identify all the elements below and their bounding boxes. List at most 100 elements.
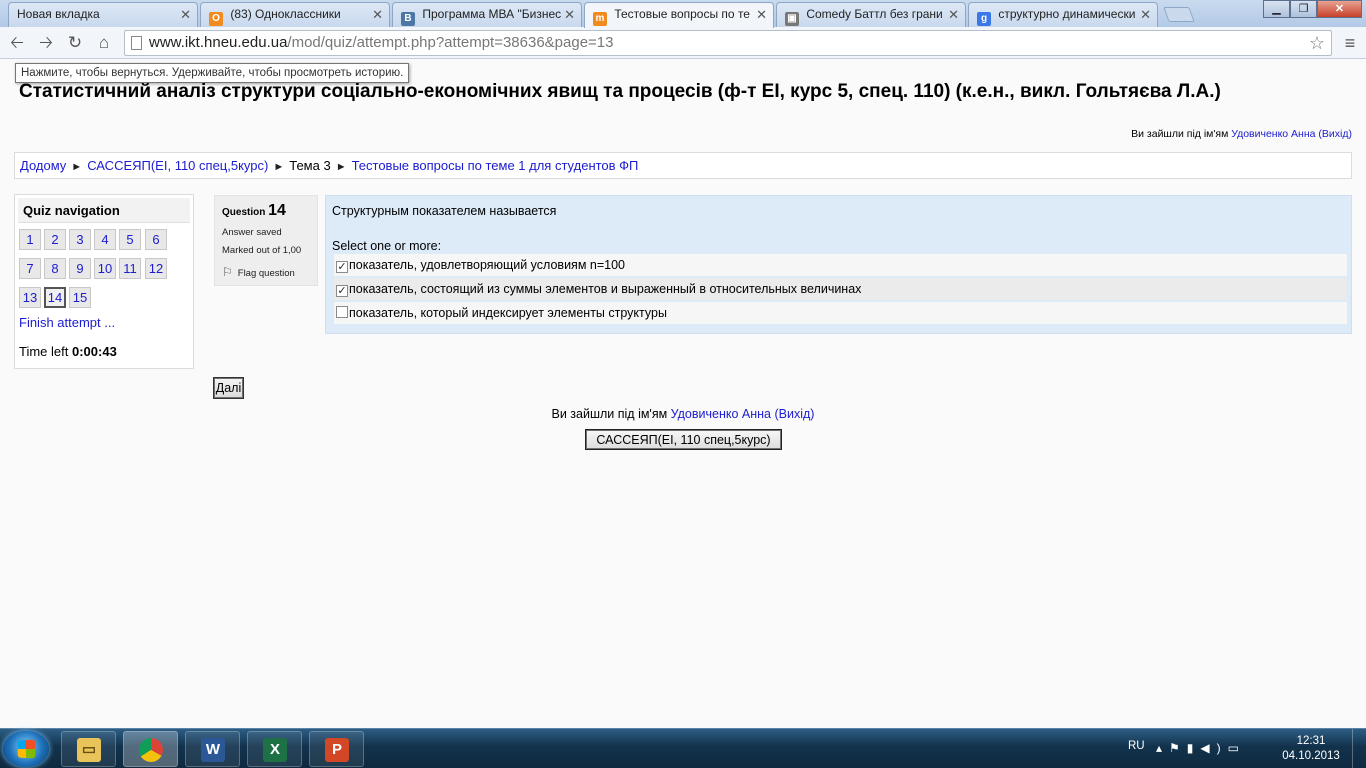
forward-arrow-icon[interactable]: 🡢 xyxy=(33,31,59,55)
question-state: Answer saved xyxy=(222,227,282,238)
answer-option[interactable]: ✓ показатель, состоящий из суммы элементо… xyxy=(334,278,1347,300)
clock-time: 12:31 xyxy=(1296,735,1326,747)
question-nav-button[interactable]: 3 xyxy=(69,229,91,250)
close-icon[interactable]: ✕ xyxy=(180,7,191,23)
close-icon[interactable]: ✕ xyxy=(372,7,383,23)
new-tab-button[interactable] xyxy=(1163,7,1195,22)
close-icon[interactable]: ✕ xyxy=(948,7,959,23)
address-bar[interactable]: www.ikt.hneu.edu.ua/mod/quiz/attempt.php… xyxy=(124,30,1332,56)
tab-quiz[interactable]: m Тестовые вопросы по те ✕ xyxy=(584,2,774,28)
tab-title: структурно динамически xyxy=(998,7,1136,21)
question-info: Question 14 Answer saved Marked out of 1… xyxy=(214,195,318,286)
excel-logo-icon: X xyxy=(263,738,287,762)
answer-option[interactable]: ✓ показатель, удовлетворяющий условиям n=… xyxy=(334,254,1347,276)
explorer-icon[interactable]: ▭ xyxy=(61,731,116,767)
restore-icon[interactable]: ❐ xyxy=(1290,0,1317,18)
question-nav-button[interactable]: 2 xyxy=(44,229,66,250)
clock[interactable]: 12:31 04.10.2013 xyxy=(1278,734,1344,764)
question-text: Структурным показателем называется xyxy=(332,204,557,218)
odnoklassniki-icon: О xyxy=(209,12,223,26)
answer-label: показатель, удовлетворяющий условиям n=1… xyxy=(349,258,625,272)
powerpoint-logo-icon: P xyxy=(325,738,349,762)
close-icon[interactable]: ✕ xyxy=(756,7,767,23)
question-nav-button[interactable]: 10 xyxy=(94,258,116,279)
quiz-navigation-header: Quiz navigation xyxy=(18,198,190,223)
breadcrumb-course[interactable]: САССЕЯП(ЕІ, 110 спец,5курс) xyxy=(87,158,268,173)
tray-icons[interactable]: ▴⚑▮◀)▭ xyxy=(1156,741,1246,755)
tab-comedy[interactable]: ▣ Comedy Баттл без грани ✕ xyxy=(776,2,966,27)
user-name-link[interactable]: Удовиченко Анна xyxy=(1231,128,1315,140)
google-icon: g xyxy=(977,12,991,26)
logout-link[interactable]: (Вихід) xyxy=(775,407,815,421)
bookmark-star-icon[interactable]: ☆ xyxy=(1309,31,1325,55)
chrome-logo-icon xyxy=(139,738,163,762)
clock-date: 04.10.2013 xyxy=(1282,750,1340,762)
word-logo-icon: W xyxy=(201,738,225,762)
tab-title: Тестовые вопросы по те xyxy=(614,7,750,21)
question-nav-button[interactable]: 13 xyxy=(19,287,41,308)
window-close-icon[interactable]: ✕ xyxy=(1317,0,1362,18)
answer-label: показатель, состоящий из суммы элементов… xyxy=(349,282,862,296)
tab-mba[interactable]: В Программа МВА "Бизнес ✕ xyxy=(392,2,582,27)
reload-icon[interactable]: ↻ xyxy=(62,31,88,55)
question-nav-button-current[interactable]: 14 xyxy=(44,287,66,308)
answer-checkbox[interactable] xyxy=(336,306,348,318)
breadcrumb: Додому ► САССЕЯП(ЕІ, 110 спец,5курс) ► Тема … xyxy=(14,152,1352,179)
login-prefix: Ви зайшли під ім'ям xyxy=(1131,128,1229,140)
url-host: www.ikt.hneu.edu.ua xyxy=(149,34,288,51)
show-desktop-button[interactable] xyxy=(1352,729,1366,768)
folder-icon: ▭ xyxy=(77,738,101,762)
question-nav-button[interactable]: 9 xyxy=(69,258,91,279)
time-left: Time left 0:00:43 xyxy=(19,344,117,359)
language-indicator[interactable]: RU xyxy=(1128,740,1145,752)
answer-checkbox-checked[interactable]: ✓ xyxy=(336,285,348,297)
breadcrumb-home[interactable]: Додому xyxy=(20,158,66,173)
finish-attempt-link[interactable]: Finish attempt ... xyxy=(19,315,115,330)
tab-google[interactable]: g структурно динамически ✕ xyxy=(968,2,1158,27)
tab-strip: Новая вкладка ✕ О (83) Одноклассники ✕ В… xyxy=(0,0,1366,28)
question-nav-button[interactable]: 11 xyxy=(119,258,141,279)
breadcrumb-separator: ► xyxy=(273,161,285,173)
question-grade: Marked out of 1,00 xyxy=(222,245,302,256)
start-button[interactable] xyxy=(3,731,49,767)
excel-icon[interactable]: X xyxy=(247,731,302,767)
taskbar: ▭ W X P RU ▴⚑▮◀)▭ 12:31 04.10.2013 xyxy=(0,728,1366,768)
word-icon[interactable]: W xyxy=(185,731,240,767)
tab-odnoklassniki[interactable]: О (83) Одноклассники ✕ xyxy=(200,2,390,27)
back-arrow-icon[interactable]: 🡠 xyxy=(4,31,30,55)
answer-option[interactable]: показатель, который индексирует элементы… xyxy=(334,302,1347,324)
tab-title: (83) Одноклассники xyxy=(230,7,341,21)
tab-title: Программа МВА "Бизнес xyxy=(422,7,562,21)
question-nav-button[interactable]: 12 xyxy=(145,258,167,279)
question-nav-button[interactable]: 5 xyxy=(119,229,141,250)
logout-link[interactable]: (Вихід) xyxy=(1318,128,1352,140)
page-icon xyxy=(131,36,142,50)
chrome-icon[interactable] xyxy=(123,731,178,767)
question-nav-button[interactable]: 15 xyxy=(69,287,91,308)
course-button[interactable]: САССЕЯП(ЕІ, 110 спец,5курс) xyxy=(585,429,782,450)
browser-toolbar: 🡠 🡢 ↻ ⌂ www.ikt.hneu.edu.ua/mod/quiz/att… xyxy=(0,27,1366,59)
question-nav-button[interactable]: 7 xyxy=(19,258,41,279)
breadcrumb-separator: ► xyxy=(71,161,83,173)
close-icon[interactable]: ✕ xyxy=(1140,7,1151,23)
powerpoint-icon[interactable]: P xyxy=(309,731,364,767)
user-name-link[interactable]: Удовиченко Анна xyxy=(671,407,771,421)
question-nav-button[interactable]: 1 xyxy=(19,229,41,250)
question-nav-button[interactable]: 6 xyxy=(145,229,167,250)
close-icon[interactable]: ✕ xyxy=(564,7,575,23)
breadcrumb-quiz[interactable]: Тестовые вопросы по теме 1 для студентов… xyxy=(352,158,639,173)
question-nav-button[interactable]: 8 xyxy=(44,258,66,279)
question-nav-button[interactable]: 4 xyxy=(94,229,116,250)
menu-icon[interactable]: ≡ xyxy=(1339,31,1361,55)
answer-prompt: Select one or more: xyxy=(332,239,442,253)
window-controls: ▁ ❐ ✕ xyxy=(1263,0,1362,18)
flag-question-toggle[interactable]: ⚐ Flag question xyxy=(222,265,310,279)
minimize-icon[interactable]: ▁ xyxy=(1263,0,1290,18)
home-icon[interactable]: ⌂ xyxy=(91,31,117,55)
question-number-value: 14 xyxy=(268,202,286,219)
question-number: Question 14 xyxy=(222,202,310,220)
next-button[interactable]: Далі xyxy=(213,377,244,399)
tab-new-tab[interactable]: Новая вкладка ✕ xyxy=(8,2,198,27)
answer-checkbox-checked[interactable]: ✓ xyxy=(336,261,348,273)
flag-question-label: Flag question xyxy=(237,268,295,279)
